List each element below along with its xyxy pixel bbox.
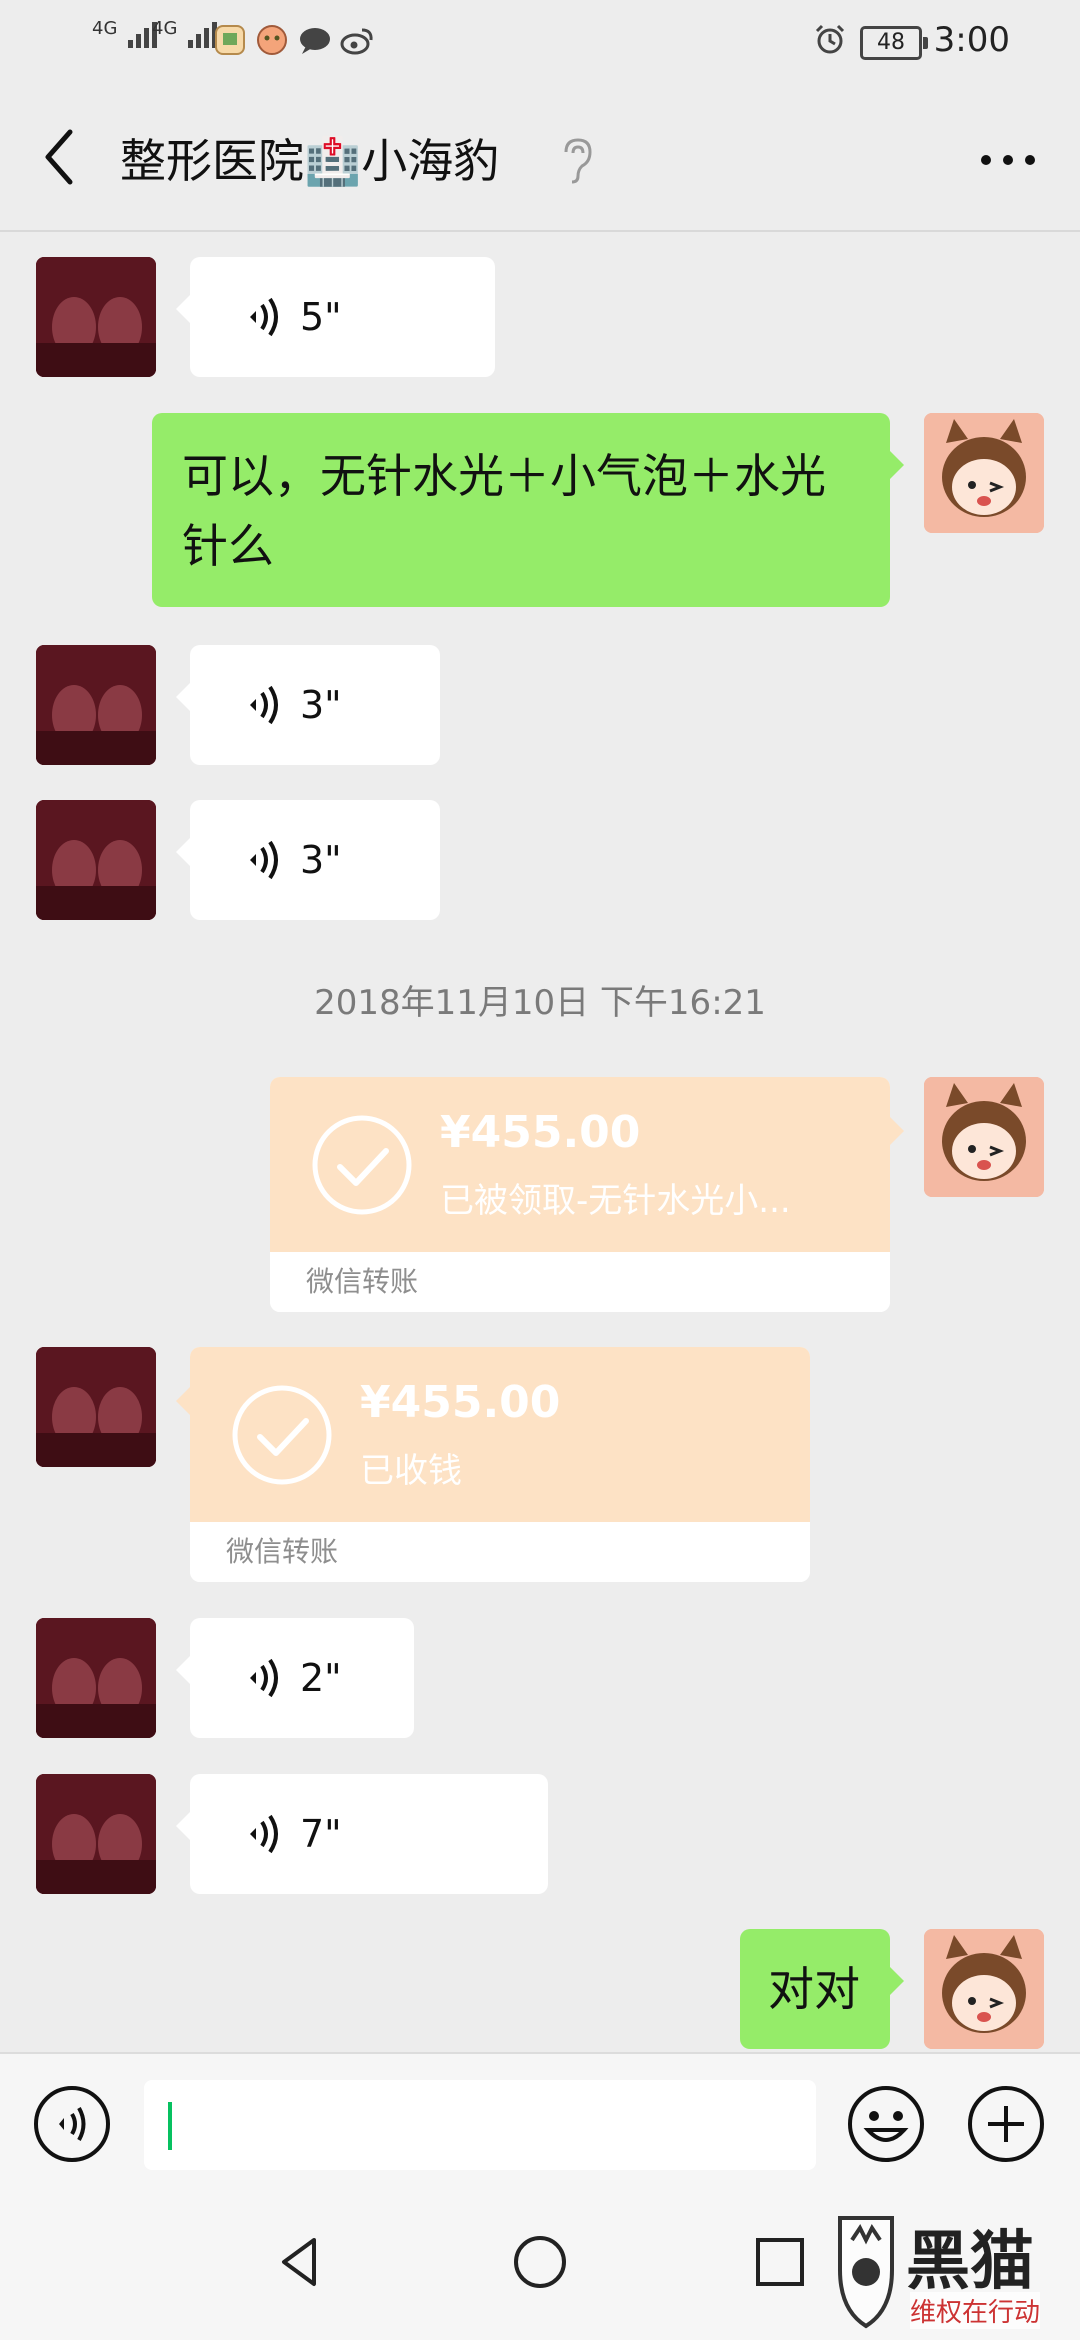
check-circle-icon [312, 1115, 412, 1215]
message-timestamp: 2018年11月10日 下午16:21 [314, 983, 766, 1023]
check-circle-icon [232, 1385, 332, 1485]
transfer-note: 已被领取-无针水光小... [440, 1181, 791, 1221]
transfer-note: 已收钱 [360, 1451, 462, 1491]
voice-wave-icon [250, 1658, 278, 1698]
plus-icon[interactable] [966, 2084, 1046, 2164]
watermark-subtitle: 维权在行动 [910, 2292, 1041, 2329]
voice-duration: 2" [300, 1656, 342, 1700]
my-avatar[interactable] [924, 413, 1044, 533]
my-avatar[interactable] [924, 1077, 1044, 1197]
contact-avatar[interactable] [36, 1618, 156, 1738]
contact-avatar[interactable] [36, 800, 156, 920]
transfer-card[interactable]: ¥455.00 已收钱 微信转账 [176, 1347, 810, 1582]
voice-wave-icon [250, 685, 278, 725]
contact-avatar[interactable] [36, 1347, 156, 1467]
battery-indicator: 48 [860, 26, 928, 60]
my-avatar[interactable] [924, 1929, 1044, 2049]
message-icon [300, 28, 330, 54]
watermark-logo: 黑猫 维权在行动 [810, 2210, 1070, 2330]
text-message[interactable]: 可以，无针水光＋小气泡＋水光针么 [152, 413, 904, 607]
transfer-amount: ¥455.00 [440, 1107, 641, 1158]
chat-title: 整形医院🏥小海豹 [120, 134, 500, 188]
voice-wave-icon [250, 297, 278, 337]
transfer-card[interactable]: ¥455.00 已被领取-无针水光小... 微信转账 [270, 1077, 904, 1312]
transfer-footer: 微信转账 [190, 1522, 810, 1582]
alarm-icon [815, 24, 845, 54]
app-notification-icon [215, 25, 245, 55]
back-arrow-icon[interactable] [40, 122, 80, 192]
network-label-2: 4G [152, 18, 178, 39]
transfer-footer: 微信转账 [270, 1252, 890, 1312]
contact-avatar[interactable] [36, 1774, 156, 1894]
clock: 3:00 [933, 20, 1010, 60]
status-bar: 4G 4G 48 3:00 [0, 0, 1080, 80]
message-text: 对对 [768, 1962, 860, 2016]
voice-message[interactable]: 5" [176, 257, 495, 377]
weibo-icon [340, 28, 373, 55]
text-cursor [168, 2102, 172, 2150]
voice-message[interactable]: 2" [176, 1618, 414, 1738]
voice-duration: 3" [300, 838, 342, 882]
voice-message[interactable]: 7" [176, 1774, 548, 1894]
voice-duration: 3" [300, 683, 342, 727]
more-options-icon[interactable] [976, 140, 1040, 180]
nav-back-icon[interactable] [270, 2232, 330, 2292]
signal-icon-2: 4G [152, 18, 222, 48]
input-bar [0, 2052, 1080, 2194]
watermark-title: 黑猫 [906, 2225, 1034, 2299]
voice-message[interactable]: 3" [176, 800, 440, 920]
voice-input-icon[interactable] [32, 2084, 112, 2164]
contact-avatar[interactable] [36, 645, 156, 765]
emoji-icon[interactable] [846, 2084, 926, 2164]
chat-header: 整形医院🏥小海豹 [0, 80, 1080, 232]
earpiece-mode-icon [564, 138, 592, 184]
app-notification-icon-2 [257, 25, 287, 55]
transfer-amount: ¥455.00 [360, 1377, 561, 1428]
voice-wave-icon [250, 840, 278, 880]
nav-home-icon[interactable] [510, 2232, 570, 2292]
message-input[interactable] [144, 2080, 816, 2170]
voice-message[interactable]: 3" [176, 645, 440, 765]
network-label-1: 4G [92, 18, 118, 39]
message-text: 可以，无针水光＋小气泡＋水光针么 [182, 449, 826, 573]
nav-recents-icon[interactable] [750, 2232, 810, 2292]
contact-avatar[interactable] [36, 257, 156, 377]
voice-wave-icon [250, 1814, 278, 1854]
text-message[interactable]: 对对 [740, 1929, 904, 2049]
